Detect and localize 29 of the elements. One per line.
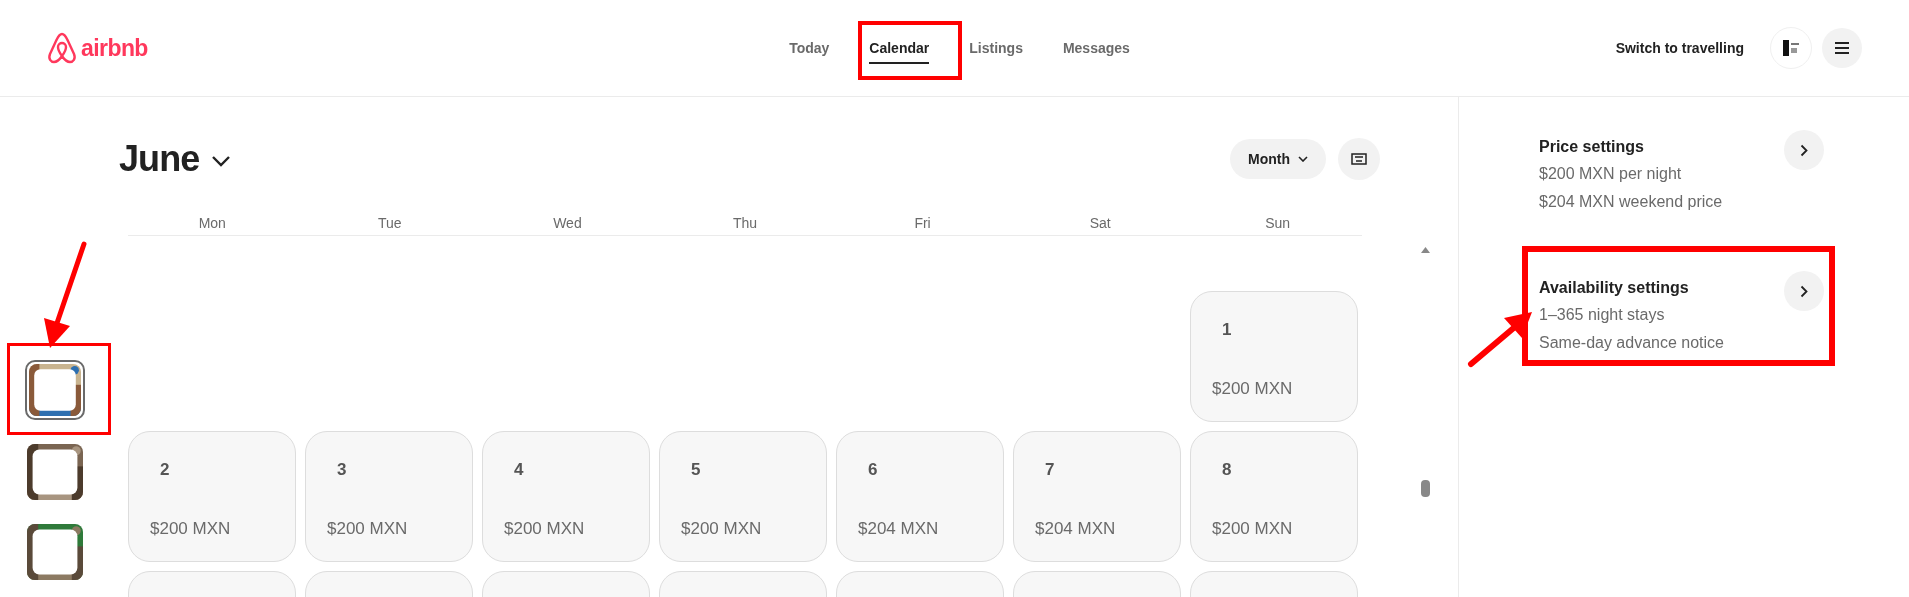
weekday-label: Sat — [1089, 215, 1111, 231]
day-cell[interactable]: 7 $204 MXN — [1013, 431, 1181, 562]
day-cell[interactable]: 4 $200 MXN — [482, 431, 650, 562]
day-cell[interactable]: 8 $200 MXN — [1190, 431, 1358, 562]
nav-tab[interactable]: Listings — [969, 37, 1023, 59]
settings-detail: 1–365 night stays — [1539, 305, 1666, 325]
nav-tab[interactable]: Today — [789, 37, 830, 59]
nav-tab[interactable]: Calendar — [869, 37, 930, 64]
settings-title[interactable]: Availability settings — [1539, 274, 1724, 301]
settings-title[interactable]: Price settings — [1539, 133, 1723, 160]
logo-text[interactable]: airbnb — [81, 30, 148, 66]
weekday-label: Fri — [914, 215, 931, 231]
switch-to-travelling-link[interactable]: Switch to travelling — [1615, 37, 1744, 59]
settings-detail: $200 MXN per night — [1539, 164, 1683, 184]
weekday-label: Wed — [553, 215, 582, 231]
weekday-label: Thu — [732, 215, 758, 231]
settings-detail: $204 MXN weekend price — [1539, 192, 1723, 212]
day-cell[interactable]: 3 $200 MXN — [305, 431, 473, 562]
nav-tab[interactable]: Messages — [1062, 37, 1130, 59]
weekday-label: Tue — [378, 215, 402, 231]
weekday-label: Sun — [1265, 215, 1291, 231]
month-title[interactable]: June — [119, 132, 200, 186]
weekday-label: Mon — [198, 215, 226, 231]
view-dropdown[interactable]: Month — [1230, 139, 1326, 179]
day-cell[interactable]: 5 $200 MXN — [659, 431, 827, 562]
day-cell[interactable]: 2 $200 MXN — [128, 431, 296, 562]
settings-detail: Same-day advance notice — [1539, 333, 1724, 353]
day-cell[interactable]: 6 $204 MXN — [836, 431, 1004, 562]
day-cell[interactable]: 1 $200 MXN — [1190, 291, 1358, 422]
